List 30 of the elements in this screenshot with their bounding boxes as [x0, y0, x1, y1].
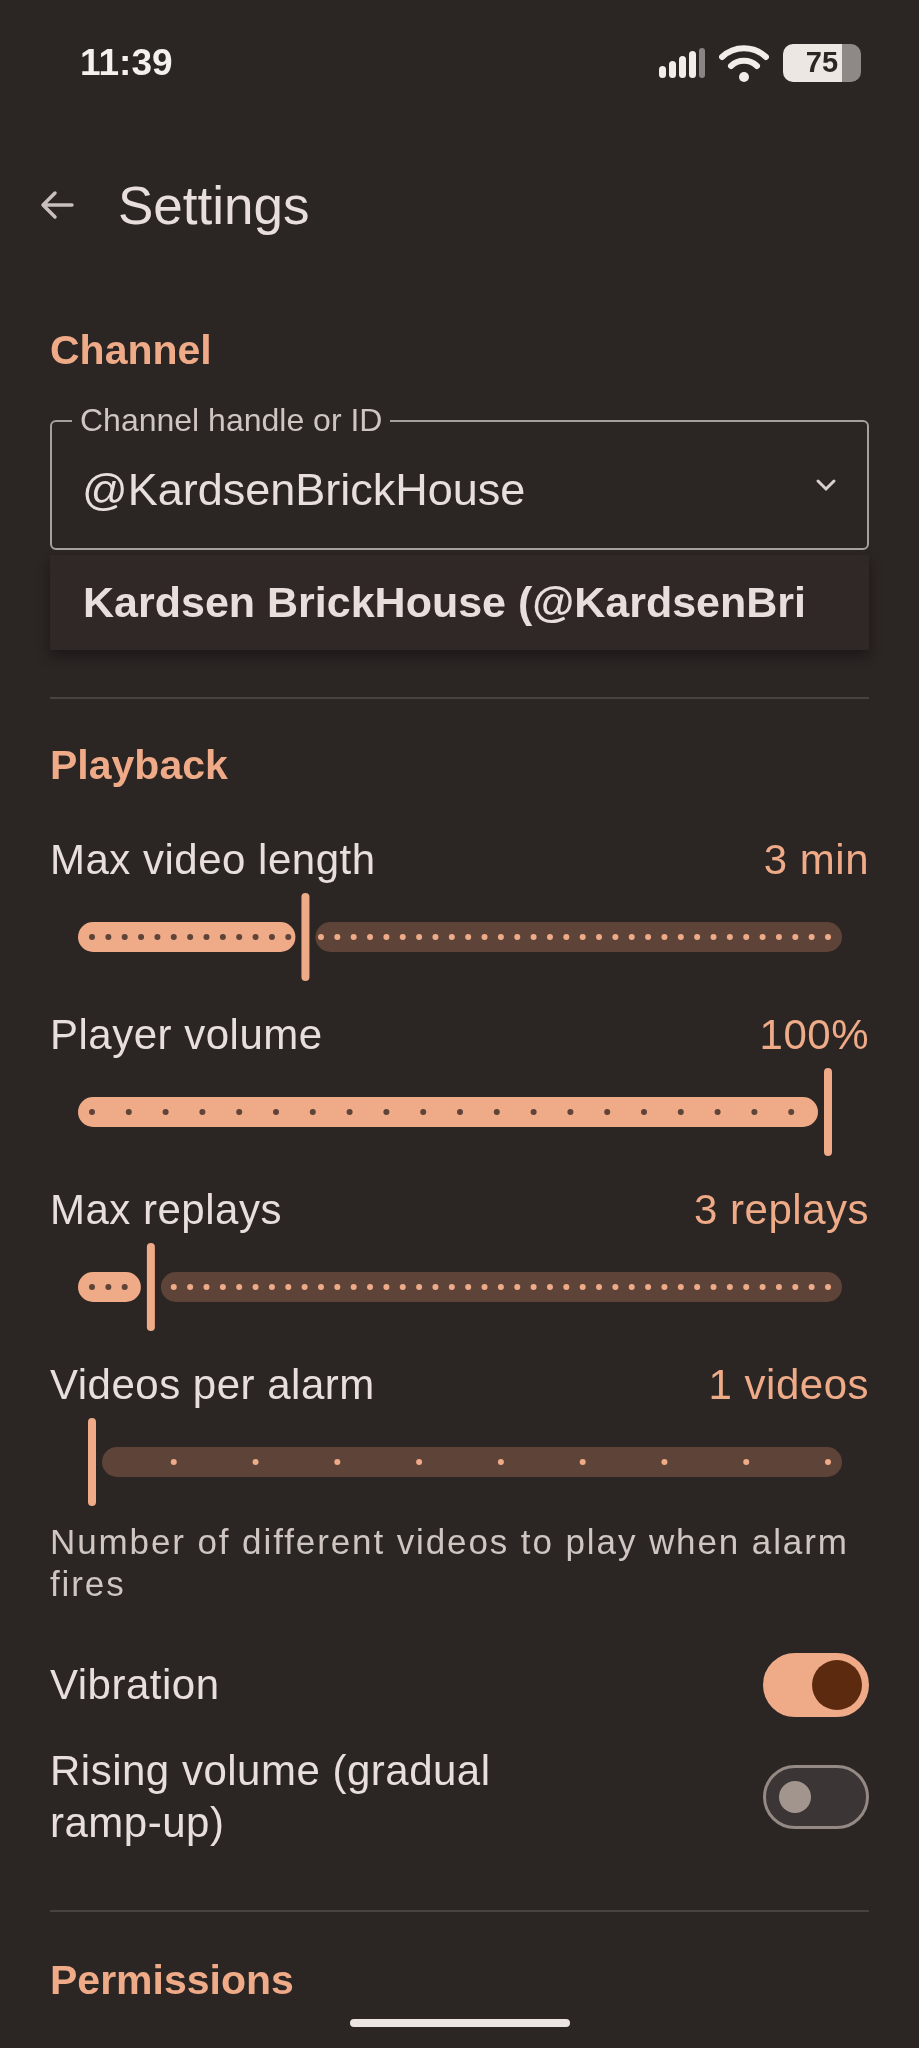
section-heading: Permissions	[50, 1956, 295, 2005]
slider-fill	[78, 1272, 141, 1302]
slider-label: Videos per alarm	[50, 1360, 375, 1410]
section-heading: Playback	[50, 741, 229, 790]
slider-label: Max replays	[50, 1185, 282, 1235]
signal-icon	[659, 47, 705, 78]
slider-thumb[interactable]	[301, 893, 310, 981]
slider-value: 1 videos	[708, 1360, 869, 1410]
slider-thumb[interactable]	[88, 1418, 96, 1506]
slider-track[interactable]	[78, 892, 842, 982]
wifi-icon	[719, 43, 769, 82]
slider-thumb[interactable]	[824, 1068, 832, 1156]
slider-track[interactable]	[78, 1242, 842, 1332]
status-time: 11:39	[80, 41, 173, 84]
slider-value: 3 replays	[694, 1185, 869, 1235]
slider-label: Max video length	[50, 835, 376, 885]
section-heading: Channel	[50, 326, 213, 375]
chevron-down-icon	[815, 478, 837, 492]
battery-icon: 75	[783, 43, 861, 82]
slider-thumb[interactable]	[146, 1243, 155, 1331]
suggestion-item[interactable]: Kardsen BrickHouse (@KardsenBri	[50, 578, 806, 627]
toggle-label: Vibration	[50, 1660, 220, 1710]
helper-text: Number of different videos to play when alarm fires	[50, 1521, 850, 1605]
back-arrow-icon[interactable]	[40, 190, 74, 220]
slider-value: 3 min	[763, 835, 869, 885]
slider-label: Player volume	[50, 1010, 323, 1060]
page-title: Settings	[118, 174, 310, 236]
slider-value: 100%	[759, 1010, 869, 1060]
toggle-label: Rising volume (gradual ramp-up)	[50, 1746, 492, 1848]
toggle-switch[interactable]	[763, 1653, 869, 1717]
